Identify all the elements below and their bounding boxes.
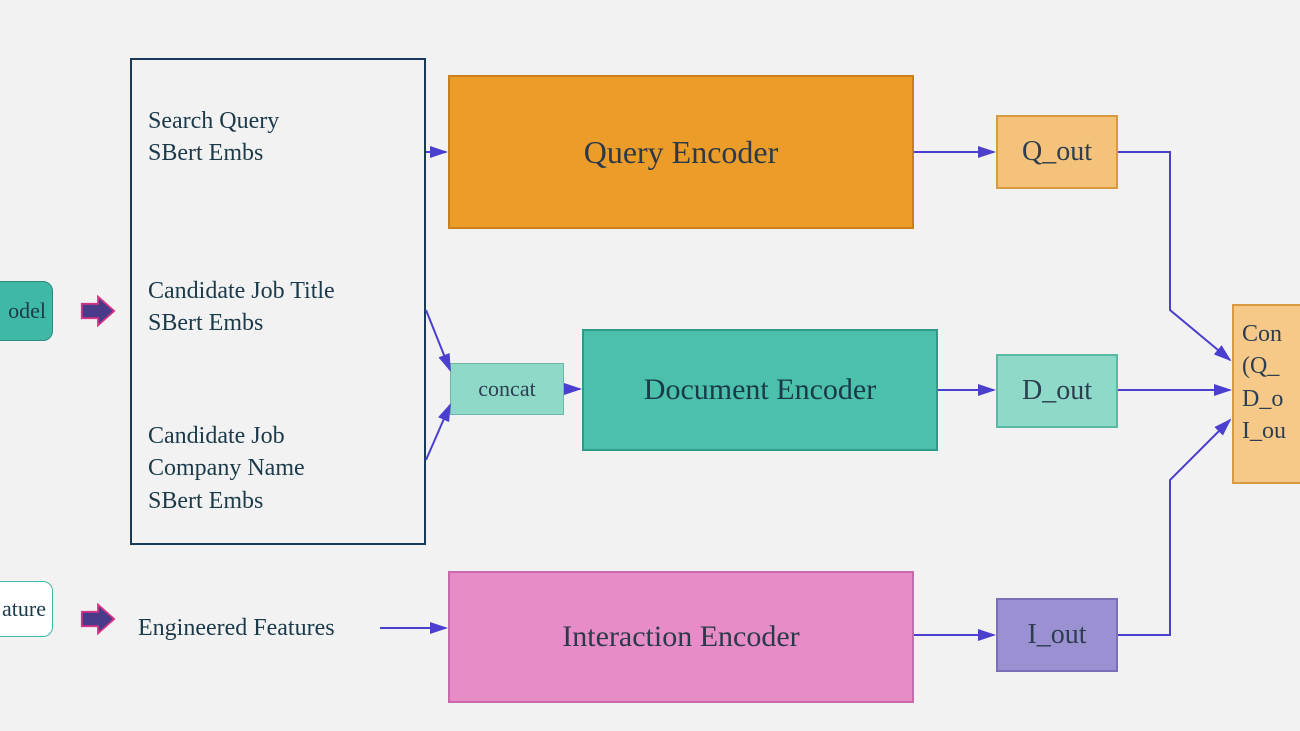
concat-output-node: Con (Q_ D_o I_ou (1232, 304, 1300, 484)
interaction-encoder: Interaction Encoder (448, 571, 914, 703)
search-query-embs-label: Search Query SBert Embs (148, 105, 418, 170)
concat-node: concat (450, 363, 564, 415)
job-title-embs-label: Candidate Job Title SBert Embs (148, 275, 418, 340)
query-encoder: Query Encoder (448, 75, 914, 229)
feature-source-box: ature (0, 581, 53, 637)
sbert-model-label-fragment: odel (8, 298, 46, 324)
concat-output-label: Con (Q_ D_o I_ou (1242, 318, 1286, 448)
concat-label: concat (478, 376, 535, 402)
q-out-node: Q_out (996, 115, 1118, 189)
interaction-encoder-label: Interaction Encoder (562, 620, 799, 654)
document-encoder: Document Encoder (582, 329, 938, 451)
q-out-label: Q_out (1022, 136, 1092, 168)
d-out-label: D_out (1022, 375, 1092, 407)
i-out-label: I_out (1027, 619, 1086, 651)
feature-source-label-fragment: ature (2, 596, 46, 622)
d-out-node: D_out (996, 354, 1118, 428)
engineered-features-label: Engineered Features (138, 615, 335, 642)
thick-arrow-icon (80, 601, 116, 637)
sbert-model-box: odel (0, 281, 53, 341)
company-name-embs-label: Candidate Job Company Name SBert Embs (148, 420, 418, 517)
i-out-node: I_out (996, 598, 1118, 672)
thick-arrow-icon (80, 293, 116, 329)
query-encoder-label: Query Encoder (584, 134, 779, 171)
document-encoder-label: Document Encoder (644, 373, 876, 407)
